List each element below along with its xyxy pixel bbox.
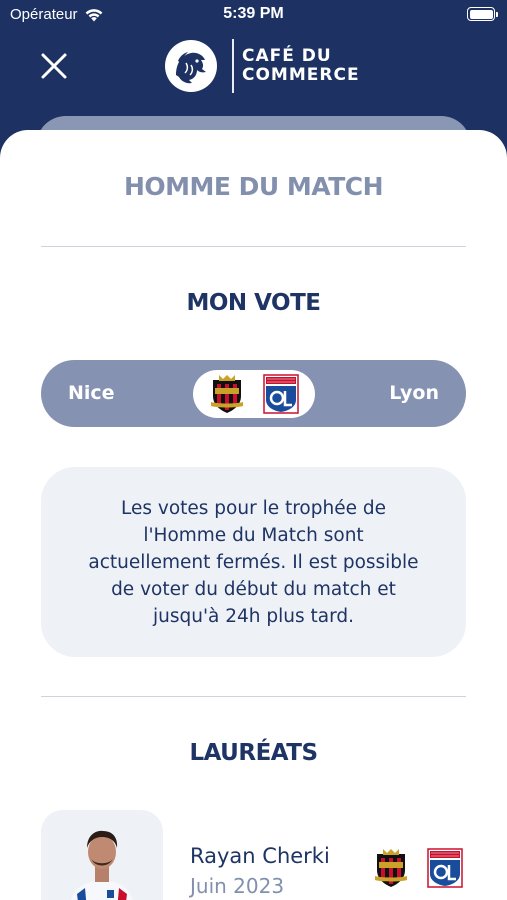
olympique-lyonnais-crest-icon [427, 848, 463, 888]
ogc-nice-crest-icon [375, 849, 407, 887]
match-banner: Nice Lyon [41, 360, 466, 427]
laureate-match-crests [373, 848, 463, 888]
home-team-name: Nice [68, 382, 115, 404]
player-avatar-icon [71, 830, 133, 900]
close-icon[interactable] [38, 50, 70, 82]
logo-separator [232, 39, 234, 93]
laureate-date: Juin 2023 [190, 874, 285, 898]
sheet-title: HOMME DU MATCH [123, 172, 384, 201]
brand-name: CAFÉ DU COMMERCE [242, 47, 360, 85]
vote-section-title: MON VOTE [186, 290, 321, 316]
laureates-section-title: LAURÉATS [189, 740, 318, 766]
status-bar: Opérateur 5:39 PM [0, 0, 507, 32]
lion-badge-icon [165, 40, 217, 92]
brand-logo: CAFÉ DU COMMERCE [164, 38, 360, 94]
olympique-lyonnais-crest-icon [263, 374, 299, 414]
man-of-the-match-sheet: HOMME DU MATCH MON VOTE Nice Lyon Les vo… [0, 130, 507, 900]
battery-icon [467, 7, 498, 21]
brand-line-2: COMMERCE [242, 65, 360, 85]
crests-pill [193, 370, 315, 418]
divider [41, 246, 466, 247]
divider [41, 696, 466, 697]
laureate-name: Rayan Cherki [190, 844, 330, 868]
status-time: 5:39 PM [223, 5, 284, 22]
laureate-item[interactable]: Rayan Cherki Juin 2023 [41, 810, 466, 900]
votes-closed-message: Les votes pour le trophée de l'Homme du … [88, 497, 419, 627]
player-photo [41, 810, 163, 900]
brand-line-1: CAFÉ DU [242, 46, 332, 66]
away-team-name: Lyon [389, 382, 439, 404]
votes-closed-notice: Les votes pour le trophée de l'Homme du … [41, 467, 466, 657]
ogc-nice-crest-icon [211, 375, 243, 413]
